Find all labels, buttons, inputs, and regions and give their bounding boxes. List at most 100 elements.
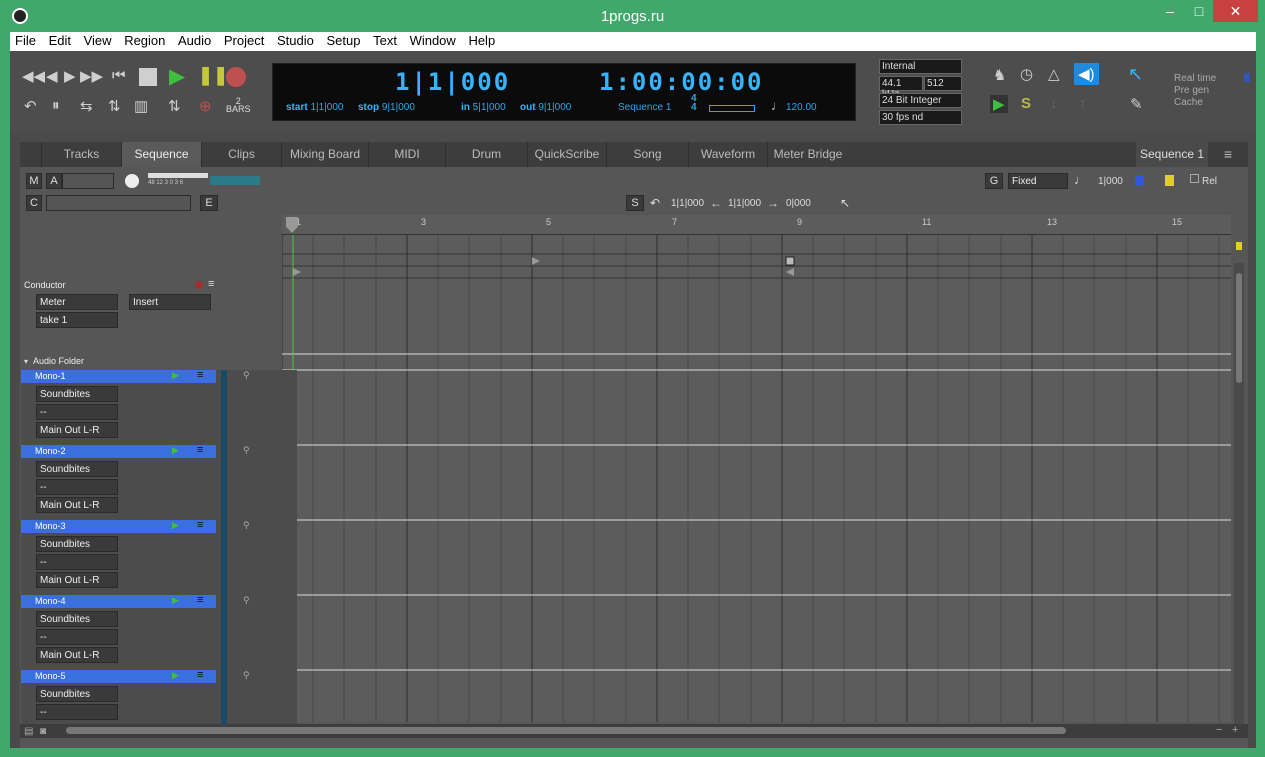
folder-disclosure-icon[interactable]: ▾	[24, 357, 28, 366]
yellow-marker-icon[interactable]	[1165, 175, 1174, 186]
up-arrow-icon[interactable]: ↑	[1079, 95, 1087, 112]
step-forward-icon[interactable]: ▶	[64, 67, 76, 85]
tab-sequence[interactable]: Sequence	[122, 142, 202, 167]
tab-mixing-board[interactable]: Mixing Board	[282, 142, 369, 167]
position-slider[interactable]	[709, 105, 755, 112]
pause-icon[interactable]: ❚❚	[198, 65, 228, 86]
track-channel-select[interactable]: --	[36, 479, 118, 495]
memory-cycle-icon[interactable]: ⇅	[108, 97, 121, 115]
track-menu-icon[interactable]: ≡	[197, 669, 203, 681]
record-icon[interactable]	[226, 67, 246, 87]
tab-meter-bridge[interactable]: Meter Bridge	[768, 142, 848, 167]
bit-depth-select[interactable]: 24 Bit Integer	[879, 93, 962, 108]
in-value[interactable]: 5|1|000	[473, 102, 506, 113]
sync-select[interactable]: Internal	[879, 59, 962, 74]
tab-clips[interactable]: Clips	[202, 142, 282, 167]
grid-mode-select[interactable]: Fixed	[1008, 173, 1068, 189]
mute-button[interactable]: M	[26, 173, 42, 189]
take-select[interactable]: take 1	[36, 312, 118, 328]
nudge-value-3[interactable]: 0|000	[786, 198, 811, 209]
menu-edit[interactable]: Edit	[44, 32, 75, 48]
volume-slider[interactable]	[148, 173, 208, 178]
conductor-insert-select[interactable]: Insert	[129, 294, 211, 310]
audio-folder[interactable]: Audio Folder	[33, 356, 84, 366]
comment-button[interactable]: C	[26, 195, 42, 211]
nudge-value-1[interactable]: 1|1|000	[671, 198, 704, 209]
stop-icon[interactable]	[139, 68, 157, 86]
play-chase-icon[interactable]: ▶	[990, 95, 1008, 113]
down-arrow-icon[interactable]: ↓	[1050, 95, 1058, 112]
menu-window[interactable]: Window	[405, 32, 460, 48]
track-search-icon[interactable]: ⚲	[243, 370, 250, 381]
menu-text[interactable]: Text	[368, 32, 401, 48]
camera-icon[interactable]: ◙	[40, 726, 46, 737]
track-name[interactable]: Mono-3	[21, 520, 216, 533]
sequence-select[interactable]: Sequence 1	[618, 102, 671, 113]
timeline-grid[interactable]	[282, 235, 1231, 722]
step-back-icon[interactable]: ◀	[46, 67, 58, 85]
overdub-icon[interactable]: ▥	[134, 97, 148, 115]
bars-icon[interactable]: 2 BARS	[226, 97, 251, 114]
stop-value[interactable]: 9|1|000	[382, 102, 415, 113]
track-channel-select[interactable]: --	[36, 629, 118, 645]
track-play-icon[interactable]: ▶	[172, 370, 179, 381]
buffer-size[interactable]: 512	[924, 76, 962, 91]
conductor-meter-select[interactable]: Meter	[36, 294, 118, 310]
track-input-select[interactable]: Soundbites	[36, 536, 118, 552]
vertical-scrollbar[interactable]	[1234, 263, 1244, 733]
minimize-button[interactable]: –	[1155, 0, 1185, 22]
track-output-select[interactable]: Main Out L-R	[36, 647, 118, 663]
marker-flag-icon[interactable]	[1236, 242, 1242, 250]
track-output-select[interactable]: Main Out L-R	[36, 497, 118, 513]
menu-project[interactable]: Project	[219, 32, 268, 48]
tab-drum[interactable]: Drum	[446, 142, 528, 167]
track-name[interactable]: Mono-5	[21, 670, 216, 683]
rewind-icon[interactable]: ◀◀	[22, 67, 45, 85]
nudge-right-icon[interactable]: →	[767, 196, 779, 210]
menu-view[interactable]: View	[79, 32, 116, 48]
track-name[interactable]: Mono-4	[21, 595, 216, 608]
automation-field[interactable]	[62, 173, 114, 189]
list-view-icon[interactable]: ▤	[24, 726, 33, 737]
pan-knob-icon[interactable]	[125, 174, 139, 188]
close-button[interactable]: ✕	[1213, 0, 1258, 22]
loop-icon[interactable]: ⇆	[80, 97, 93, 115]
menu-audio[interactable]: Audio	[173, 32, 215, 48]
track-output-select[interactable]: Main Out L-R	[36, 422, 118, 438]
nudge-value-2[interactable]: 1|1|000	[728, 198, 761, 209]
track-output-select[interactable]: Main Out L-R	[36, 572, 118, 588]
speaker-icon[interactable]: ◀)	[1074, 63, 1099, 85]
horizontal-scrollbar[interactable]: ▤ ◙ − +	[20, 724, 1248, 738]
tab-waveform[interactable]: Waveform	[689, 142, 768, 167]
pencil-tool-icon[interactable]: ✎	[1130, 95, 1143, 113]
metronome-icon[interactable]: △	[1048, 65, 1060, 83]
tab-quickscribe[interactable]: QuickScribe	[528, 142, 607, 167]
track-play-icon[interactable]: ▶	[172, 670, 179, 681]
track-menu-icon[interactable]: ≡	[197, 519, 203, 531]
clock-icon[interactable]: ◷	[1020, 65, 1033, 83]
track-input-select[interactable]: Soundbites	[36, 386, 118, 402]
out-value[interactable]: 9|1|000	[538, 102, 571, 113]
menu-help[interactable]: Help	[463, 32, 499, 48]
track-search-icon[interactable]: ⚲	[243, 670, 250, 681]
vertical-scroll-thumb[interactable]	[1236, 273, 1242, 383]
track-channel-select[interactable]: --	[36, 554, 118, 570]
undo-icon[interactable]: ↶	[24, 97, 37, 115]
track-search-icon[interactable]: ⚲	[243, 445, 250, 456]
horizontal-scroll-thumb[interactable]	[66, 727, 1066, 734]
main-counter[interactable]: 1|1|000	[395, 68, 510, 96]
solo-icon[interactable]: S	[1021, 95, 1031, 112]
track-play-icon[interactable]: ▶	[172, 445, 179, 456]
menu-setup[interactable]: Setup	[321, 32, 364, 48]
auto-rewind-icon[interactable]: ⇅	[168, 97, 181, 115]
track-search-icon[interactable]: ⚲	[243, 595, 250, 606]
start-value[interactable]: 1|1|000	[310, 102, 343, 113]
menu-file[interactable]: File	[10, 32, 40, 48]
frame-rate-select[interactable]: 30 fps nd	[879, 110, 962, 125]
tempo-value[interactable]: 120.00	[786, 102, 817, 113]
maximize-button[interactable]: □	[1185, 0, 1213, 22]
meter-display[interactable]: 44	[691, 94, 697, 113]
time-counter[interactable]: 1:00:00:00	[599, 68, 764, 96]
track-play-icon[interactable]: ▶	[172, 520, 179, 531]
tab-tracks[interactable]: Tracks	[42, 142, 122, 167]
